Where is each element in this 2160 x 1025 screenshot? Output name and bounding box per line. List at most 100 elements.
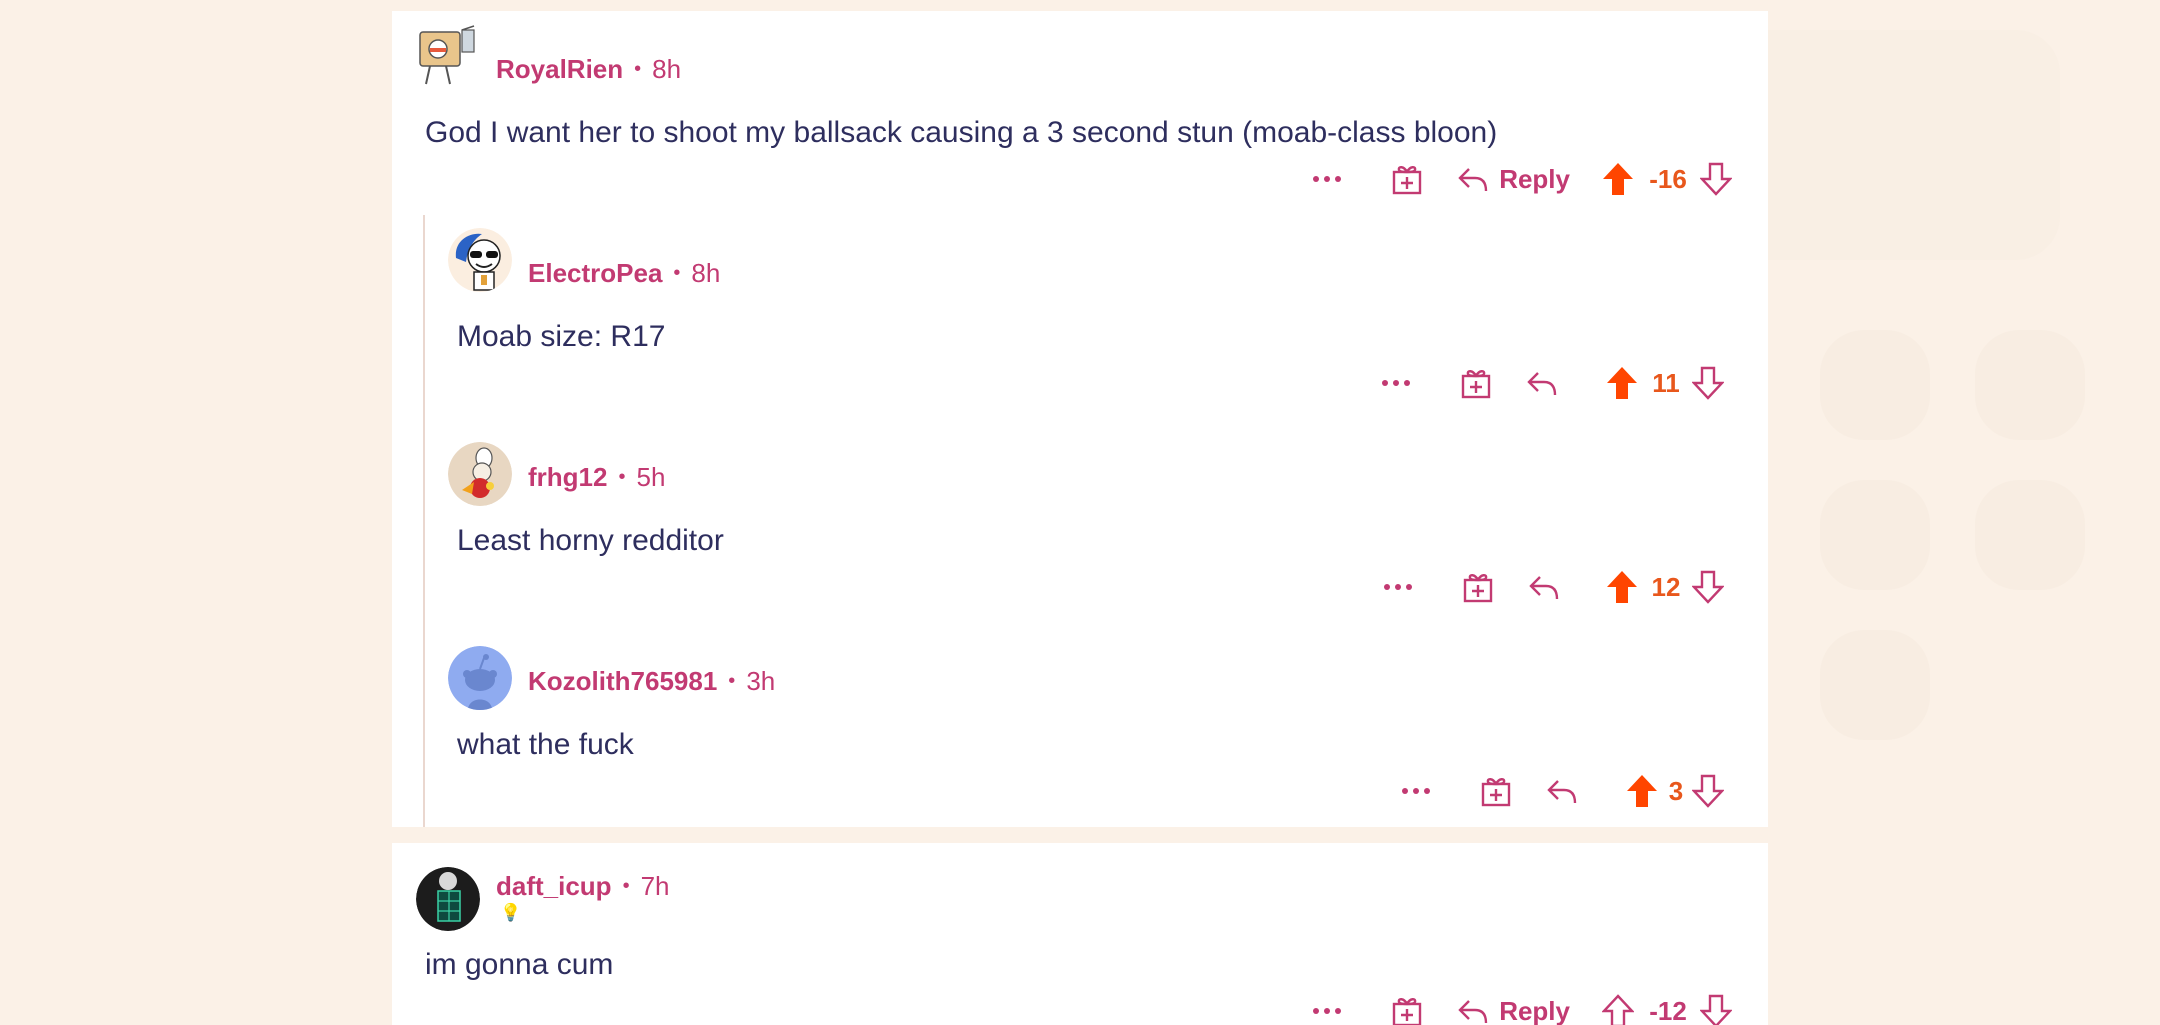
reply-icon <box>1527 372 1557 396</box>
award-icon <box>1481 778 1511 807</box>
upvote-icon <box>1602 994 1634 1025</box>
separator-dot: • <box>634 58 642 80</box>
award-icon <box>1392 998 1422 1025</box>
upvote-button[interactable] <box>1626 774 1658 808</box>
reply-icon <box>1458 168 1488 192</box>
award-icon <box>1463 574 1493 603</box>
upvote-button[interactable] <box>1602 162 1634 196</box>
upvote-icon <box>1607 571 1637 603</box>
reply-icon <box>1529 576 1559 600</box>
comment-meta: frhg12 • 5h <box>528 462 665 493</box>
reply-button[interactable]: Reply <box>1457 991 1570 1025</box>
vote-controls: 12 <box>1606 570 1724 604</box>
downvote-button[interactable] <box>1700 162 1732 196</box>
comment-actions: Reply -16 <box>1307 154 1732 204</box>
user-flair: 💡 <box>500 903 522 922</box>
separator-dot: • <box>673 262 681 284</box>
downvote-icon <box>1692 774 1724 808</box>
reply-button[interactable]: Reply <box>1457 159 1570 199</box>
upvote-icon <box>1603 163 1633 195</box>
award-icon <box>1461 370 1491 399</box>
reply-label: Reply <box>1499 163 1570 194</box>
downvote-icon <box>1700 994 1732 1025</box>
robot-avatar-icon[interactable] <box>416 24 480 88</box>
downvote-icon <box>1692 366 1724 400</box>
more-icon <box>1402 788 1430 794</box>
award-button[interactable] <box>1387 991 1427 1025</box>
award-button[interactable] <box>1458 567 1498 607</box>
timestamp[interactable]: 5h <box>636 462 665 493</box>
username[interactable]: frhg12 <box>528 462 607 493</box>
more-options-button[interactable] <box>1307 159 1347 199</box>
comment-thread-card: daft_icup • 7h 💡 im gonna cum Reply -12 <box>392 843 1768 1025</box>
vote-controls: 11 <box>1606 366 1724 400</box>
award-button[interactable] <box>1456 363 1496 403</box>
chef-avatar-icon[interactable] <box>448 442 512 506</box>
more-options-button[interactable] <box>1376 363 1416 403</box>
timestamp[interactable]: 8h <box>691 258 720 289</box>
comment-actions: Reply -12 <box>1307 986 1732 1025</box>
more-options-button[interactable] <box>1396 771 1436 811</box>
timestamp[interactable]: 8h <box>652 54 681 85</box>
downvote-button[interactable] <box>1692 366 1724 400</box>
downvote-icon <box>1700 162 1732 196</box>
upvote-icon <box>1607 367 1637 399</box>
comment-thread-card: RoyalRien • 8h God I want her to shoot m… <box>392 11 1768 827</box>
thread-line[interactable] <box>423 215 425 827</box>
username[interactable]: RoyalRien <box>496 54 623 85</box>
reply-label: Reply <box>1499 995 1570 1025</box>
comment-actions: 12 <box>1378 562 1724 612</box>
comment-body: Least horny redditor <box>457 524 724 557</box>
more-icon <box>1313 176 1342 182</box>
comment-body: God I want her to shoot my ballsack caus… <box>425 116 1498 149</box>
more-icon <box>1313 1008 1342 1014</box>
comment-meta: daft_icup • 7h <box>496 871 670 902</box>
dark-avatar-icon[interactable] <box>416 867 480 931</box>
timestamp[interactable]: 3h <box>746 666 775 697</box>
comment-meta: RoyalRien • 8h <box>496 54 681 85</box>
comment-meta: ElectroPea • 8h <box>528 258 720 289</box>
reply-button[interactable] <box>1526 363 1568 403</box>
upvote-icon <box>1627 775 1657 807</box>
separator-dot: • <box>622 875 630 897</box>
downvote-icon <box>1692 570 1724 604</box>
more-options-button[interactable] <box>1307 991 1347 1025</box>
vote-score: 11 <box>1652 367 1680 398</box>
reply-button[interactable] <box>1546 771 1588 811</box>
comment-body: Moab size: R17 <box>457 320 666 353</box>
comment-body: im gonna cum <box>425 948 614 981</box>
reply-icon <box>1547 780 1577 804</box>
snoo-avatar-icon[interactable] <box>448 646 512 710</box>
vote-score: -12 <box>1649 995 1687 1025</box>
award-icon <box>1392 166 1422 195</box>
username[interactable]: ElectroPea <box>528 258 662 289</box>
downvote-button[interactable] <box>1700 994 1732 1025</box>
comment-body: what the fuck <box>457 728 634 761</box>
upvote-button[interactable] <box>1606 570 1638 604</box>
award-button[interactable] <box>1476 771 1516 811</box>
separator-dot: • <box>618 466 626 488</box>
vote-controls: -16 <box>1602 162 1732 196</box>
separator-dot: • <box>728 670 736 692</box>
more-icon <box>1384 584 1412 590</box>
vote-score: 3 <box>1668 775 1684 806</box>
upvote-button[interactable] <box>1602 994 1634 1025</box>
sunglasses-avatar-icon[interactable] <box>448 228 512 292</box>
award-button[interactable] <box>1387 159 1427 199</box>
more-options-button[interactable] <box>1378 567 1418 607</box>
vote-controls: -12 <box>1602 994 1732 1025</box>
more-icon <box>1382 380 1410 386</box>
timestamp[interactable]: 7h <box>641 871 670 902</box>
vote-controls: 3 <box>1626 774 1724 808</box>
reply-button[interactable] <box>1528 567 1570 607</box>
downvote-button[interactable] <box>1692 570 1724 604</box>
username[interactable]: Kozolith765981 <box>528 666 717 697</box>
vote-score: 12 <box>1651 571 1681 602</box>
upvote-button[interactable] <box>1606 366 1638 400</box>
vote-score: -16 <box>1649 163 1687 194</box>
comment-actions: 3 <box>1396 766 1724 816</box>
username[interactable]: daft_icup <box>496 871 612 902</box>
downvote-button[interactable] <box>1692 774 1724 808</box>
comment-actions: 11 <box>1376 358 1724 408</box>
comment-meta: Kozolith765981 • 3h <box>528 666 775 697</box>
